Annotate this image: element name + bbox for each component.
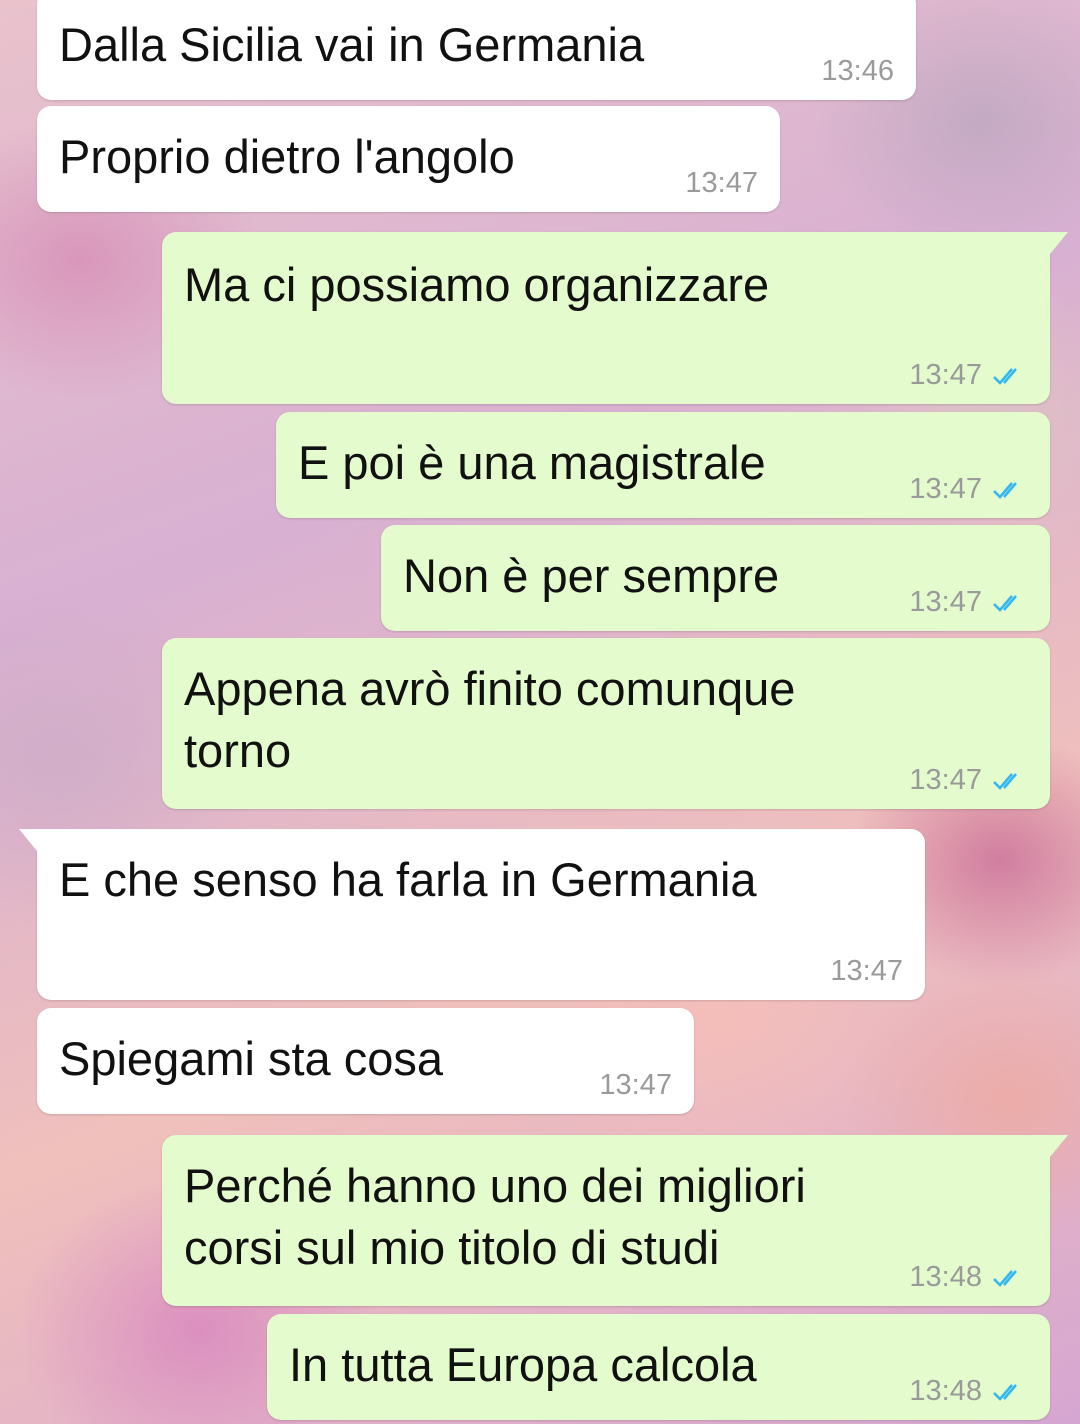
double-check-read-icon bbox=[993, 1383, 1017, 1401]
incoming-message[interactable]: E che senso ha farla in Germania 13:47 bbox=[19, 829, 925, 1000]
message-text: Perché hanno uno dei migliori corsi sul … bbox=[184, 1159, 806, 1274]
message-time: 13:47 bbox=[909, 473, 1024, 506]
incoming-message[interactable]: Proprio dietro l'angolo 13:47 bbox=[37, 106, 780, 212]
message-text: Ma ci possiamo organizzare bbox=[184, 258, 770, 311]
incoming-message[interactable]: Dalla Sicilia vai in Germania 13:46 bbox=[37, 0, 916, 100]
incoming-message[interactable]: Spiegami sta cosa 13:47 bbox=[37, 1008, 694, 1114]
outgoing-message[interactable]: Perché hanno uno dei migliori corsi sul … bbox=[162, 1135, 1068, 1306]
message-text: Non è per sempre bbox=[403, 549, 780, 602]
message-time: 13:46 bbox=[821, 55, 894, 87]
message-time: 13:47 bbox=[685, 167, 758, 199]
message-time: 13:47 bbox=[830, 955, 903, 987]
double-check-read-icon bbox=[993, 481, 1017, 499]
message-time: 13:48 bbox=[909, 1261, 1024, 1294]
message-text: In tutta Europa calcola bbox=[289, 1338, 757, 1391]
double-check-read-icon bbox=[993, 594, 1017, 612]
message-text: Appena avrò finito comunque torno bbox=[184, 662, 796, 777]
message-time: 13:47 bbox=[599, 1069, 672, 1101]
message-time: 13:47 bbox=[909, 586, 1024, 619]
message-text: Proprio dietro l'angolo bbox=[59, 130, 515, 183]
outgoing-message[interactable]: Appena avrò finito comunque torno 13:47 bbox=[162, 638, 1050, 809]
bubble-tail bbox=[1050, 1135, 1068, 1157]
message-text: E che senso ha farla in Germania bbox=[59, 853, 757, 906]
message-time: 13:47 bbox=[909, 359, 1024, 392]
outgoing-message[interactable]: In tutta Europa calcola 13:48 bbox=[267, 1314, 1050, 1420]
bubble-tail bbox=[1050, 232, 1068, 254]
message-text: E poi è una magistrale bbox=[298, 436, 766, 489]
outgoing-message[interactable]: E poi è una magistrale 13:47 bbox=[276, 412, 1050, 518]
outgoing-message[interactable]: Non è per sempre 13:47 bbox=[381, 525, 1050, 631]
double-check-read-icon bbox=[993, 1269, 1017, 1287]
bubble-tail bbox=[19, 829, 37, 851]
outgoing-message[interactable]: Ma ci possiamo organizzare 13:47 bbox=[162, 232, 1068, 404]
message-text: Dalla Sicilia vai in Germania bbox=[59, 18, 645, 71]
message-time: 13:48 bbox=[909, 1375, 1024, 1408]
double-check-read-icon bbox=[993, 367, 1017, 385]
message-text: Spiegami sta cosa bbox=[59, 1032, 444, 1085]
message-list[interactable]: Dalla Sicilia vai in Germania 13:46 Prop… bbox=[0, 0, 1080, 1424]
double-check-read-icon bbox=[993, 772, 1017, 790]
message-time: 13:47 bbox=[909, 764, 1024, 797]
